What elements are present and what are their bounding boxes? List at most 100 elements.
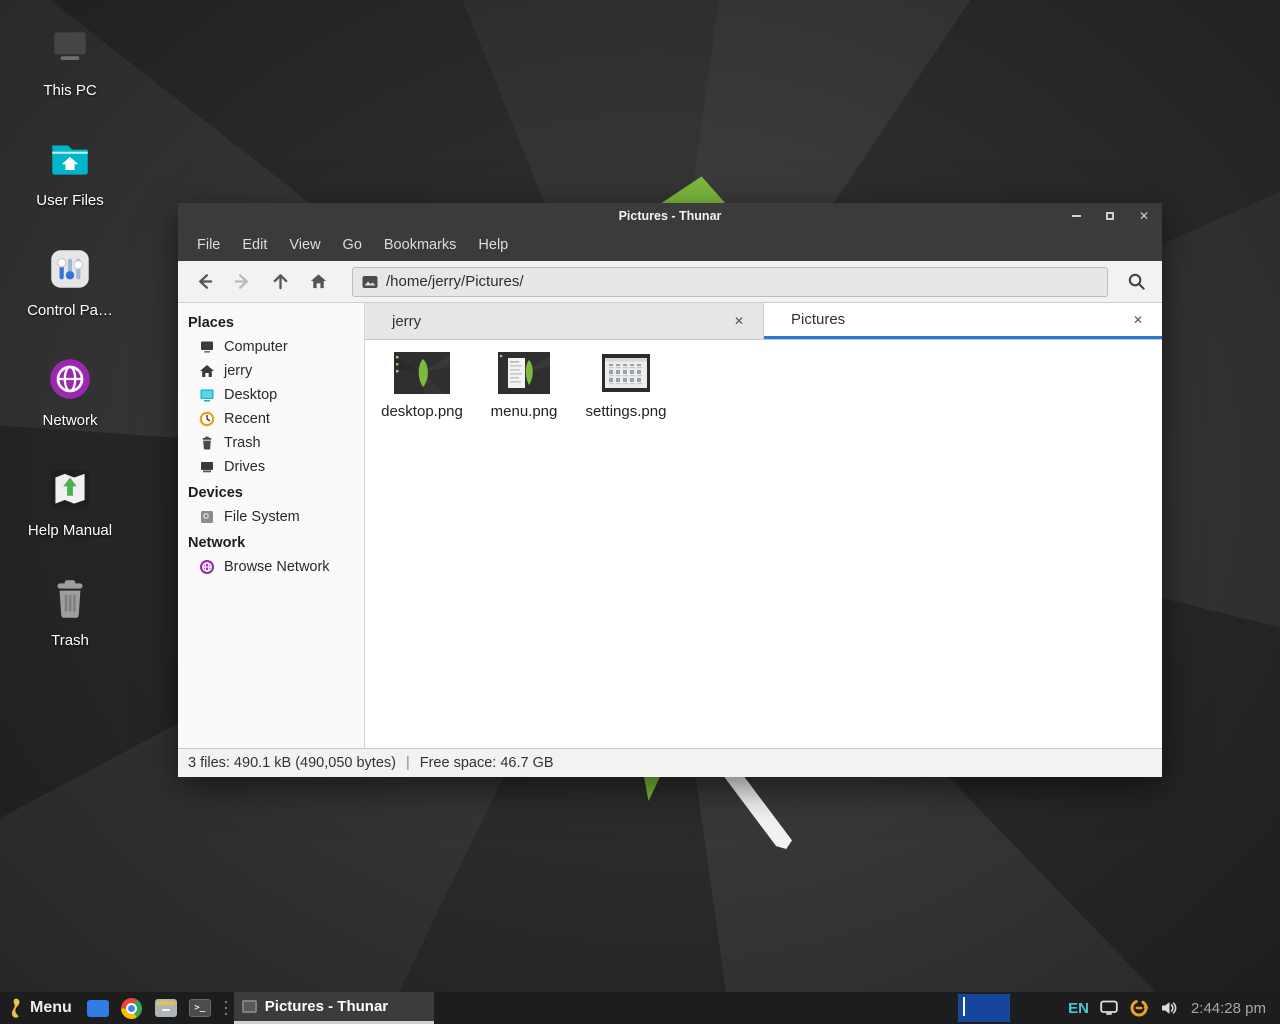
sidebar-item-jerry[interactable]: jerry xyxy=(178,359,364,383)
show-desktop-button[interactable] xyxy=(86,996,110,1020)
forward-button[interactable] xyxy=(224,266,260,298)
file-name: settings.png xyxy=(586,403,667,420)
laptop-icon xyxy=(45,24,95,74)
menu-file[interactable]: File xyxy=(186,228,231,261)
desktop-icon-network[interactable]: Network xyxy=(22,348,118,448)
up-button[interactable] xyxy=(262,266,298,298)
menu-edit[interactable]: Edit xyxy=(231,228,278,261)
menu-button[interactable] xyxy=(8,996,24,1020)
home-folder-icon xyxy=(45,134,95,184)
task-window-icon xyxy=(242,1000,257,1013)
display-icon xyxy=(1100,1000,1118,1016)
desktop-icon-trash[interactable]: Trash xyxy=(22,568,118,668)
sidebar-item-browse-network[interactable]: Browse Network xyxy=(178,555,364,579)
maximize-button[interactable] xyxy=(1102,208,1118,224)
window-title: Pictures - Thunar xyxy=(178,209,1162,223)
workspace-1 xyxy=(963,997,965,1016)
toolbar: /home/jerry/Pictures/ xyxy=(178,261,1162,303)
search-icon xyxy=(1127,272,1146,291)
sidebar-item-label: Drives xyxy=(224,459,265,475)
desktop-screenshot-thumbnail xyxy=(394,352,450,394)
file-menu-png[interactable]: menu.png xyxy=(473,350,575,420)
desktop-icon-label: User Files xyxy=(36,192,104,209)
menu-screenshot-thumbnail xyxy=(498,352,550,394)
speaker-icon xyxy=(1160,999,1178,1017)
menu-button-label[interactable]: Menu xyxy=(30,999,72,1017)
taskbar: Menu >_ Pictures - Thunar EN xyxy=(0,992,1280,1024)
status-separator: | xyxy=(406,755,410,771)
image-file-icon xyxy=(362,275,378,289)
home-icon xyxy=(309,272,328,291)
home-button[interactable] xyxy=(300,266,336,298)
sidebar-item-drives[interactable]: Drives xyxy=(178,455,364,479)
update-manager-button[interactable] xyxy=(1129,998,1149,1018)
tab-bar: jerry ✕ Pictures ✕ xyxy=(365,303,1162,340)
titlebar[interactable]: Pictures - Thunar ✕ xyxy=(178,203,1162,228)
desktop-icon-help-manual[interactable]: Help Manual xyxy=(22,458,118,558)
desktop-icon-this-pc[interactable]: This PC xyxy=(22,18,118,118)
display-tray-button[interactable] xyxy=(1099,998,1119,1018)
taskbar-task-pictures-thunar[interactable]: Pictures - Thunar xyxy=(234,992,434,1024)
sidebar-item-computer[interactable]: Computer xyxy=(178,335,364,359)
terminal-icon: >_ xyxy=(189,999,211,1017)
tab-pictures[interactable]: Pictures ✕ xyxy=(764,303,1162,339)
menu-help[interactable]: Help xyxy=(467,228,519,261)
file-name: menu.png xyxy=(491,403,558,420)
menu-bookmarks[interactable]: Bookmarks xyxy=(373,228,468,261)
file-thumbnail xyxy=(394,350,450,396)
desktop-icon-label: This PC xyxy=(43,82,96,99)
path-bar[interactable]: /home/jerry/Pictures/ xyxy=(352,267,1108,297)
file-desktop-png[interactable]: desktop.png xyxy=(371,350,473,420)
sidebar-item-label: jerry xyxy=(224,363,252,379)
sidebar-item-desktop[interactable]: Desktop xyxy=(178,383,364,407)
desktop-icon-control-panel[interactable]: Control Pa… xyxy=(22,238,118,338)
file-settings-png[interactable]: settings.png xyxy=(575,350,677,420)
content-area: jerry ✕ Pictures ✕ xyxy=(365,303,1162,748)
panel-handle[interactable] xyxy=(222,999,230,1017)
system-tray: EN 2:44:28 pm xyxy=(1068,998,1272,1018)
tab-jerry[interactable]: jerry ✕ xyxy=(365,303,764,339)
clock-icon xyxy=(199,411,215,427)
arrow-right-icon xyxy=(233,272,252,291)
menu-view[interactable]: View xyxy=(278,228,331,261)
menu-go[interactable]: Go xyxy=(332,228,373,261)
tab-close-icon[interactable]: ✕ xyxy=(729,311,749,331)
sidebar: Places Computer jerry Desktop Recent Tra… xyxy=(178,303,365,748)
file-view[interactable]: desktop.png xyxy=(365,340,1162,748)
sidebar-item-trash[interactable]: Trash xyxy=(178,431,364,455)
close-button[interactable]: ✕ xyxy=(1136,208,1152,224)
tab-label: Pictures xyxy=(791,311,1128,328)
back-button[interactable] xyxy=(186,266,222,298)
window-controls: ✕ xyxy=(1068,203,1152,228)
distro-logo-icon xyxy=(8,997,24,1019)
chrome-launcher[interactable] xyxy=(120,996,144,1020)
clock[interactable]: 2:44:28 pm xyxy=(1191,1000,1266,1017)
trash-icon xyxy=(45,574,95,624)
globe-icon xyxy=(45,354,95,404)
search-button[interactable] xyxy=(1118,266,1154,298)
quick-launchers: >_ xyxy=(86,996,212,1020)
task-label: Pictures - Thunar xyxy=(265,998,388,1015)
terminal-launcher[interactable]: >_ xyxy=(188,996,212,1020)
keyboard-layout-indicator[interactable]: EN xyxy=(1068,1000,1089,1017)
volume-button[interactable] xyxy=(1159,998,1179,1018)
sidebar-item-recent[interactable]: Recent xyxy=(178,407,364,431)
path-text: /home/jerry/Pictures/ xyxy=(386,273,524,290)
file-thumbnail xyxy=(602,350,650,396)
sidebar-item-label: Trash xyxy=(224,435,261,451)
tab-close-icon[interactable]: ✕ xyxy=(1128,310,1148,330)
desktop-icon-column: This PC User Files Control Pa… Network xyxy=(22,18,118,678)
file-thumbnail xyxy=(498,350,550,396)
trash-icon xyxy=(199,435,215,451)
chrome-icon xyxy=(121,998,142,1019)
desktop-icon-user-files[interactable]: User Files xyxy=(22,128,118,228)
file-manager-launcher[interactable] xyxy=(154,996,178,1020)
settings-screenshot-thumbnail xyxy=(602,354,650,392)
minimize-icon xyxy=(1072,215,1081,217)
workspace-switcher[interactable] xyxy=(958,994,1010,1022)
minimize-button[interactable] xyxy=(1068,208,1084,224)
update-refresh-icon xyxy=(1129,998,1149,1018)
home-icon xyxy=(199,363,215,379)
file-cabinet-icon xyxy=(155,999,177,1017)
sidebar-item-file-system[interactable]: File System xyxy=(178,505,364,529)
